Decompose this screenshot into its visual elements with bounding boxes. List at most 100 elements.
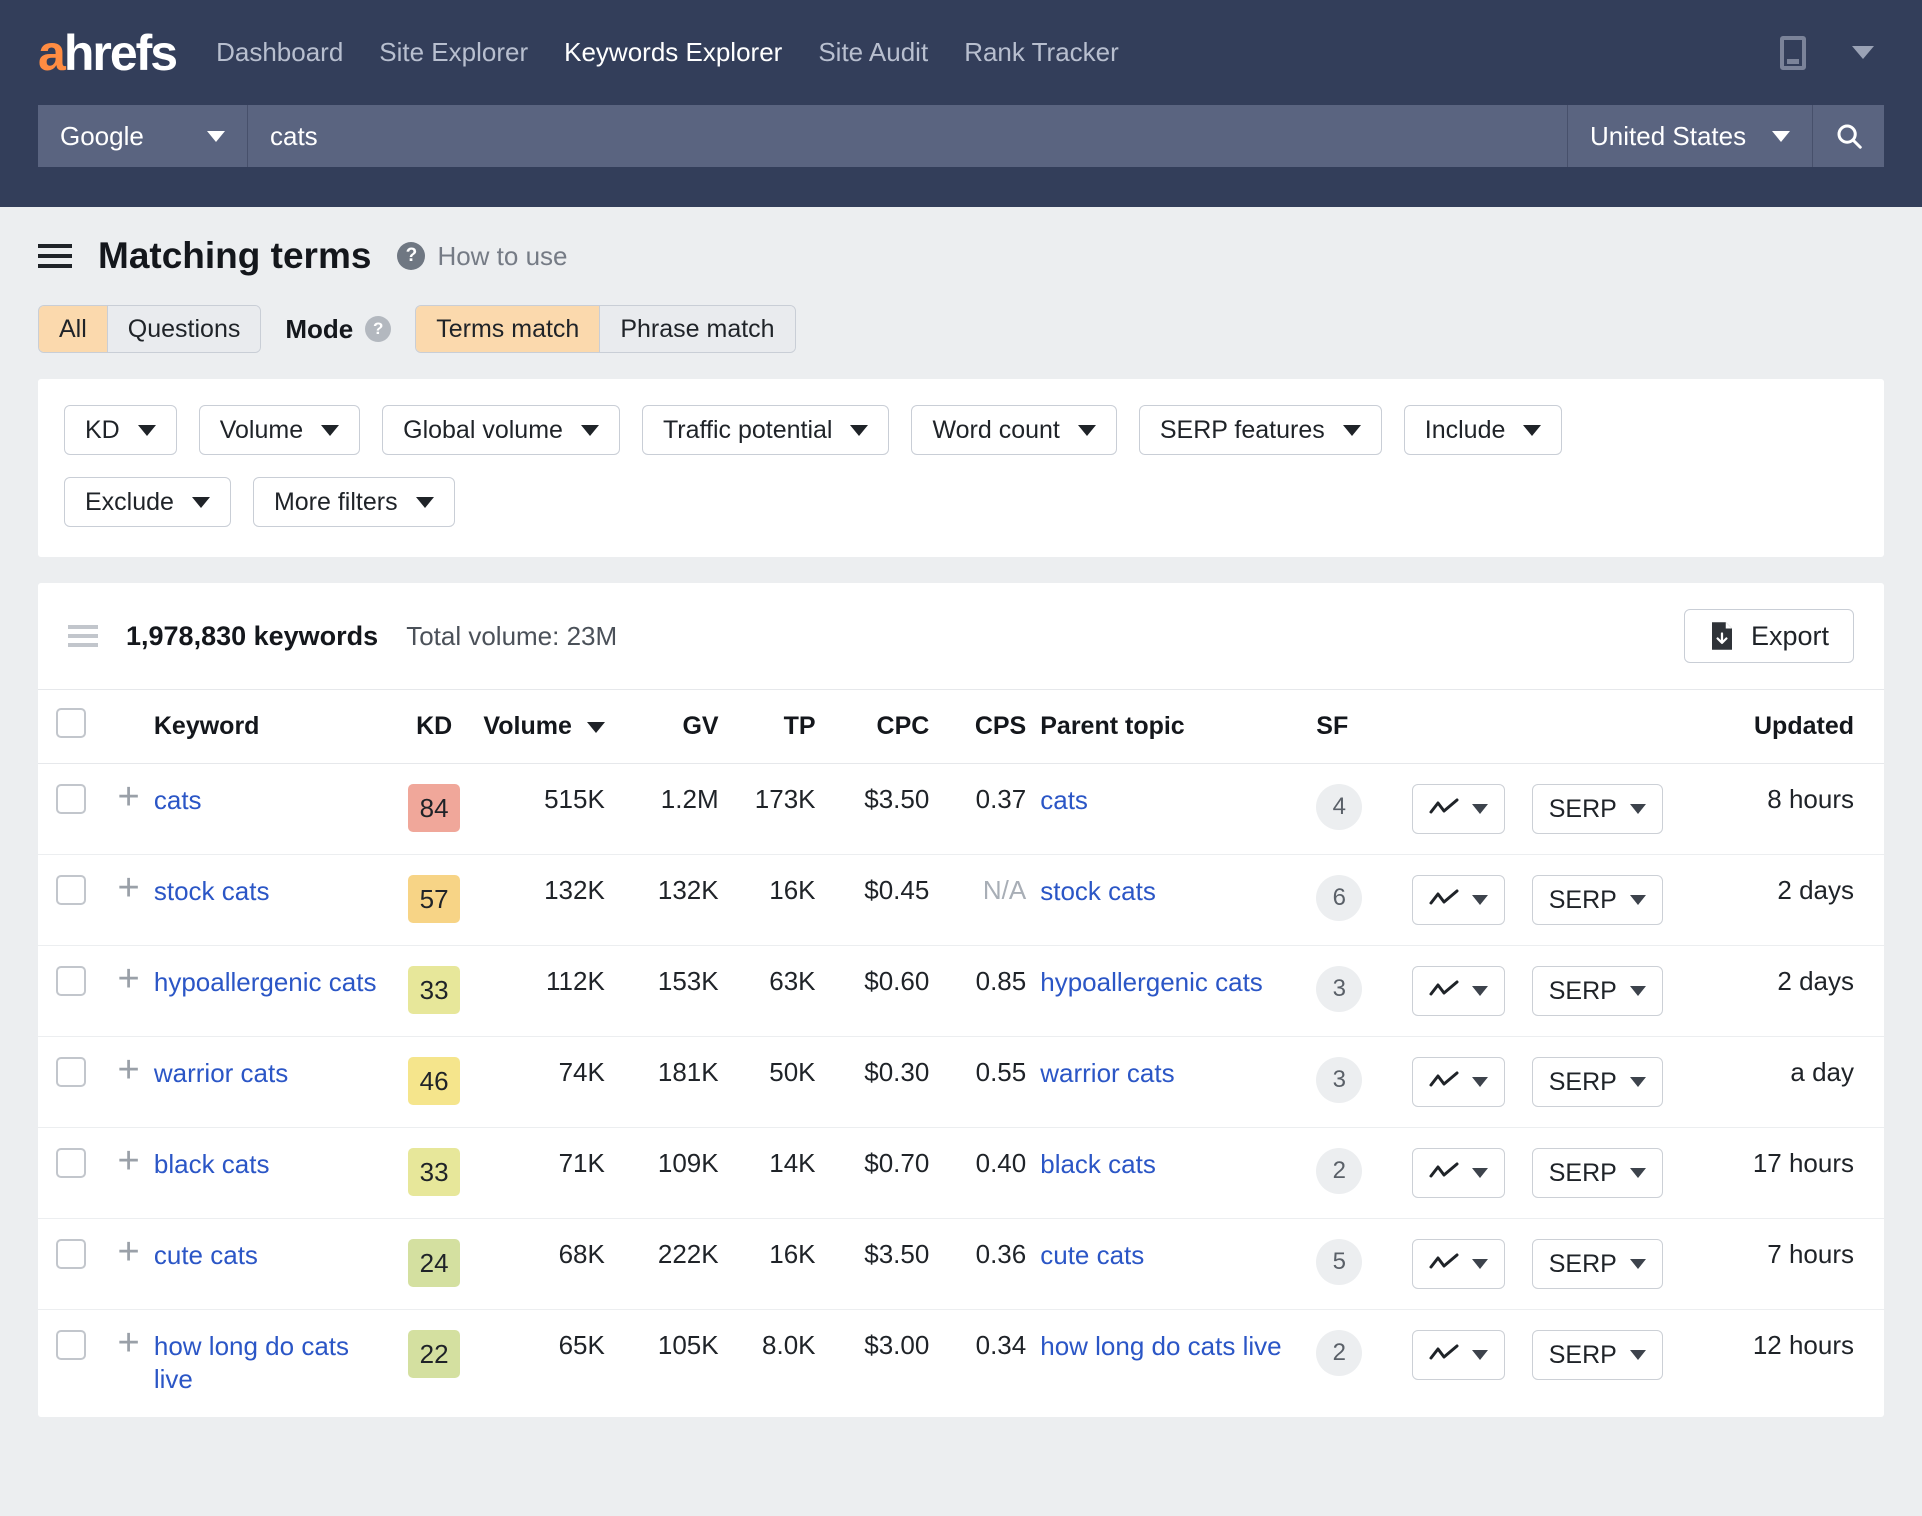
column-kd[interactable]: KD: [387, 690, 481, 764]
add-keyword-icon[interactable]: +: [117, 778, 139, 816]
trend-button[interactable]: [1411, 1148, 1505, 1198]
keyword-link[interactable]: how long do cats live: [154, 1330, 388, 1397]
serp-button[interactable]: SERP: [1531, 1239, 1663, 1289]
tab-terms-match[interactable]: Terms match: [416, 306, 601, 352]
cell-keyword: cats: [153, 763, 388, 855]
drag-handle-icon[interactable]: [68, 625, 98, 647]
add-keyword-icon[interactable]: +: [117, 960, 139, 998]
parent-topic-link[interactable]: warrior cats: [1040, 1057, 1174, 1090]
serp-button[interactable]: SERP: [1531, 1148, 1663, 1198]
cell-volume: 112K: [480, 945, 605, 1037]
cell-serp: SERP: [1517, 854, 1678, 946]
keyword-link[interactable]: stock cats: [154, 875, 270, 908]
nav-item-site-audit[interactable]: Site Audit: [818, 37, 928, 68]
filter-word-count[interactable]: Word count: [911, 405, 1117, 455]
chevron-down-icon: [1523, 424, 1542, 436]
serp-button[interactable]: SERP: [1531, 1330, 1663, 1380]
parent-topic-link[interactable]: how long do cats live: [1040, 1330, 1281, 1363]
keyword-link[interactable]: cute cats: [154, 1239, 258, 1272]
row-checkbox[interactable]: [55, 1057, 86, 1087]
column-gv[interactable]: GV: [604, 690, 719, 764]
column-cps[interactable]: CPS: [929, 690, 1027, 764]
row-checkbox[interactable]: [55, 1239, 86, 1269]
table-row[interactable]: + hypoallergenic cats 33 112K 153K 63K $0.60 0.…: [38, 945, 1884, 1037]
filter-traffic-potential[interactable]: Traffic potential: [641, 405, 890, 455]
add-keyword-icon[interactable]: +: [117, 1051, 139, 1089]
tab-all[interactable]: All: [39, 306, 108, 352]
nav-item-keywords-explorer[interactable]: Keywords Explorer: [564, 37, 782, 68]
parent-topic-link[interactable]: stock cats: [1040, 875, 1156, 908]
filter-global-volume[interactable]: Global volume: [382, 405, 620, 455]
table-row[interactable]: + cute cats 24 68K 222K 16K $3.50 0.36 cute cats…: [38, 1218, 1884, 1310]
add-keyword-icon[interactable]: +: [117, 869, 139, 907]
filter-include[interactable]: Include: [1403, 405, 1563, 455]
nav-item-site-explorer[interactable]: Site Explorer: [379, 37, 528, 68]
row-checkbox[interactable]: [55, 784, 86, 814]
chevron-down-icon: [321, 424, 340, 436]
trend-button[interactable]: [1411, 1330, 1505, 1380]
keyword-link[interactable]: cats: [154, 784, 202, 817]
search-engine-select[interactable]: Google: [38, 105, 248, 167]
tab-phrase-match[interactable]: Phrase match: [600, 306, 795, 352]
add-keyword-icon[interactable]: +: [117, 1142, 139, 1180]
parent-topic-link[interactable]: black cats: [1040, 1148, 1156, 1181]
how-to-use-link[interactable]: ? How to use: [397, 241, 568, 272]
parent-topic-link[interactable]: cats: [1040, 784, 1088, 817]
nav-item-rank-tracker[interactable]: Rank Tracker: [964, 37, 1119, 68]
trend-button[interactable]: [1411, 966, 1505, 1016]
filter-exclude[interactable]: Exclude: [64, 477, 231, 527]
add-keyword-icon[interactable]: +: [117, 1324, 139, 1362]
country-select[interactable]: United States: [1567, 105, 1812, 167]
table-row[interactable]: + how long do cats live 22 65K 105K 8.0K $3.00…: [38, 1310, 1884, 1417]
column-volume[interactable]: Volume: [480, 690, 605, 764]
question-mark-icon[interactable]: ?: [365, 316, 392, 342]
search-input[interactable]: cats: [248, 105, 1567, 167]
serp-button[interactable]: SERP: [1531, 784, 1663, 834]
export-button[interactable]: Export: [1683, 609, 1854, 663]
column-parent-topic[interactable]: Parent topic: [1026, 690, 1303, 764]
nav-right-group: [1780, 35, 1884, 70]
filter-kd[interactable]: KD: [64, 405, 177, 455]
parent-topic-link[interactable]: hypoallergenic cats: [1040, 966, 1263, 999]
serp-label: SERP: [1548, 794, 1617, 823]
keyword-link[interactable]: black cats: [154, 1148, 270, 1181]
table-row[interactable]: + warrior cats 46 74K 181K 50K $0.30 0.55 warrio…: [38, 1036, 1884, 1128]
ahrefs-logo[interactable]: ahrefs: [38, 28, 178, 78]
cps-value: 0.40: [975, 1148, 1027, 1178]
column-keyword[interactable]: Keyword: [153, 690, 388, 764]
table-row[interactable]: + cats 84 515K 1.2M 173K $3.50 0.37 cats 4 SERP 8 h…: [38, 763, 1884, 855]
kd-badge: 33: [408, 966, 461, 1014]
column-tp[interactable]: TP: [718, 690, 816, 764]
filter-more-filters[interactable]: More filters: [252, 477, 455, 527]
hamburger-menu-icon[interactable]: [38, 244, 72, 268]
serp-button[interactable]: SERP: [1531, 966, 1663, 1016]
nav-item-dashboard[interactable]: Dashboard: [216, 37, 343, 68]
tab-questions[interactable]: Questions: [107, 306, 261, 352]
row-checkbox[interactable]: [55, 966, 86, 996]
keyword-link[interactable]: warrior cats: [154, 1057, 288, 1090]
row-checkbox[interactable]: [55, 1148, 86, 1178]
add-keyword-icon[interactable]: +: [117, 1233, 139, 1271]
cell-gv: 132K: [604, 854, 719, 946]
trend-button[interactable]: [1411, 875, 1505, 925]
mobile-device-icon[interactable]: [1780, 35, 1806, 70]
trend-button[interactable]: [1411, 1057, 1505, 1107]
column-cpc[interactable]: CPC: [815, 690, 930, 764]
filter-volume[interactable]: Volume: [198, 405, 361, 455]
column-updated[interactable]: Updated: [1677, 690, 1884, 764]
serp-button[interactable]: SERP: [1531, 875, 1663, 925]
row-checkbox[interactable]: [55, 875, 86, 905]
filter-serp-features[interactable]: SERP features: [1138, 405, 1382, 455]
trend-button[interactable]: [1411, 784, 1505, 834]
serp-button[interactable]: SERP: [1531, 1057, 1663, 1107]
table-row[interactable]: + stock cats 57 132K 132K 16K $0.45 N/A stock ca…: [38, 854, 1884, 946]
select-all-checkbox[interactable]: [55, 708, 86, 738]
table-row[interactable]: + black cats 33 71K 109K 14K $0.70 0.40 black ca…: [38, 1127, 1884, 1219]
chevron-down-icon[interactable]: [1852, 46, 1874, 59]
row-checkbox[interactable]: [55, 1330, 86, 1360]
keyword-link[interactable]: hypoallergenic cats: [154, 966, 377, 999]
parent-topic-link[interactable]: cute cats: [1040, 1239, 1144, 1272]
search-button[interactable]: [1812, 105, 1884, 167]
column-sf[interactable]: SF: [1302, 690, 1400, 764]
trend-button[interactable]: [1411, 1239, 1505, 1289]
